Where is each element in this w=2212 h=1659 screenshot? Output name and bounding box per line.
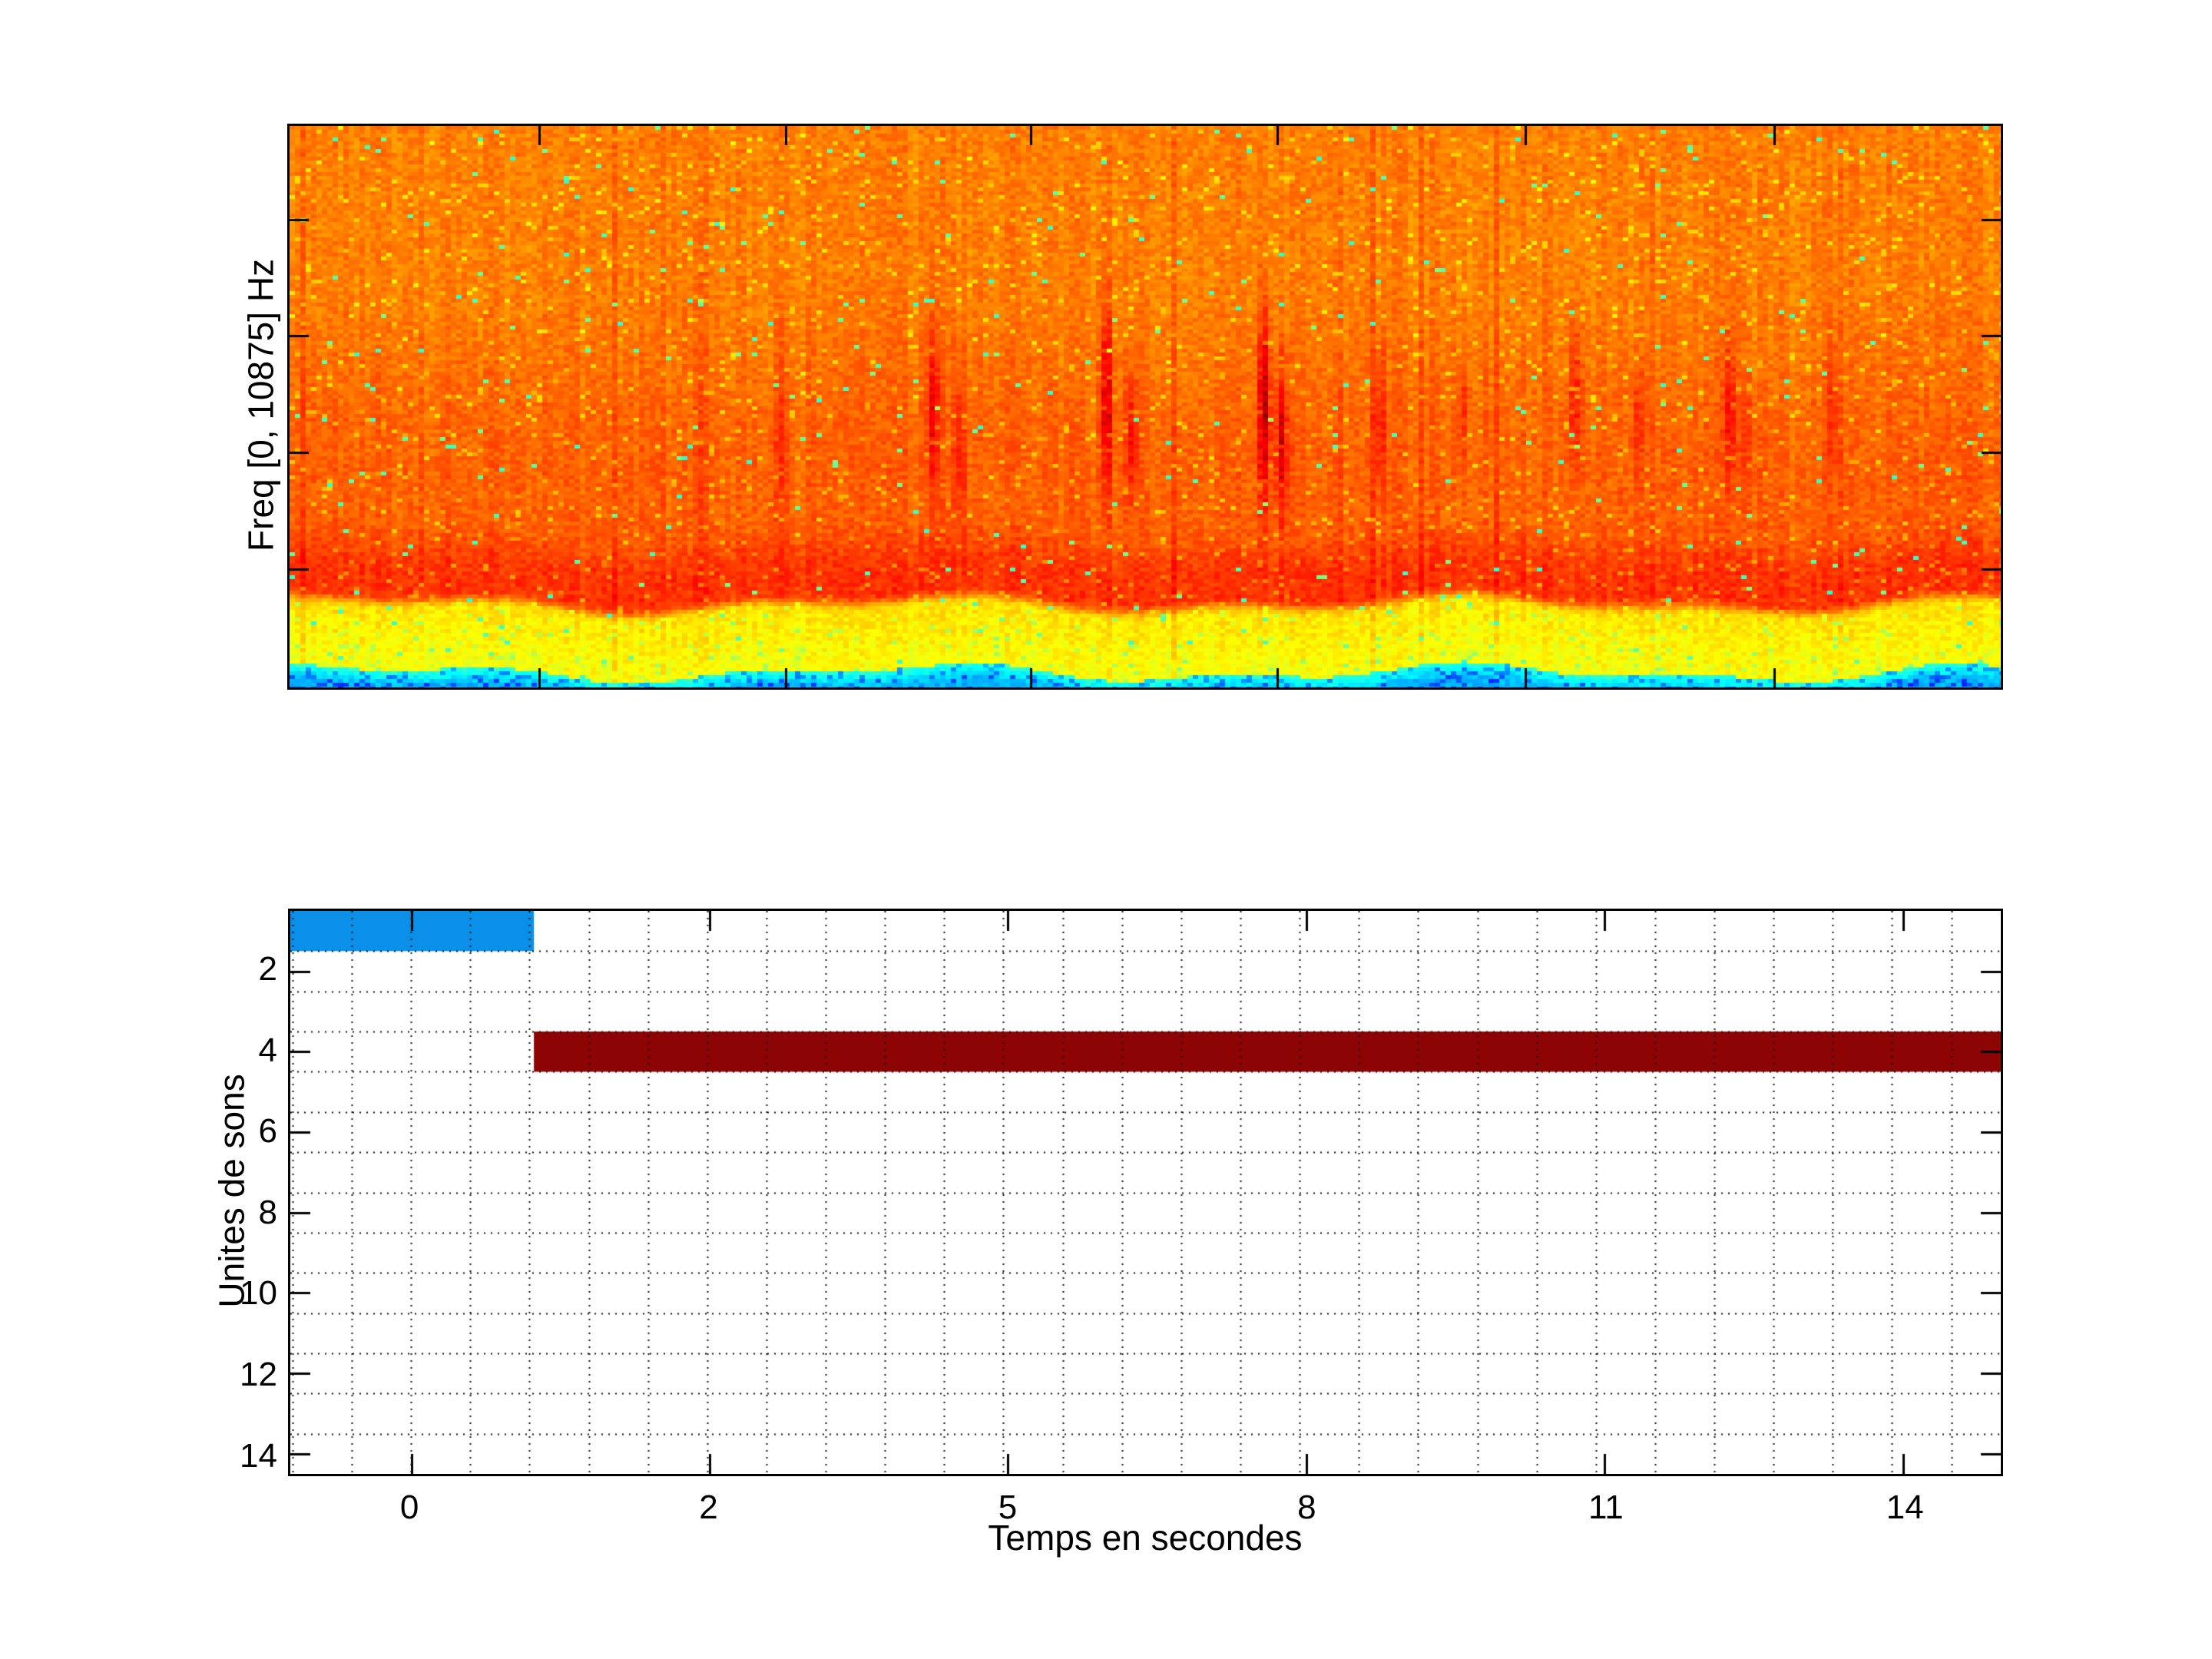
figure-canvas: { "figure": { "width": 2880, "height": 2… [0, 0, 2212, 1659]
gantt-xlabel: Temps en secondes [988, 1518, 1303, 1558]
x-tick-label: 5 [998, 1488, 1018, 1526]
y-tick-label: 12 [240, 1356, 277, 1394]
y-tick-label: 2 [258, 950, 277, 988]
x-tick-label: 0 [399, 1488, 419, 1526]
y-tick-label: 6 [258, 1112, 277, 1151]
gantt-plot [290, 911, 2001, 1474]
gantt-axes [288, 909, 2003, 1476]
x-tick-label: 8 [1297, 1488, 1316, 1526]
spectrogram-axes [287, 124, 2003, 690]
y-tick-label: 8 [258, 1193, 277, 1231]
y-tick-label: 14 [240, 1436, 277, 1475]
x-tick-label: 14 [1886, 1488, 1924, 1526]
x-tick-label: 11 [1588, 1488, 1624, 1526]
spectrogram-image [290, 126, 2001, 687]
gantt-ylabel: Unites de sons [211, 1074, 252, 1308]
y-tick-label: 10 [240, 1274, 277, 1313]
x-tick-label: 2 [699, 1488, 718, 1526]
y-tick-label: 4 [258, 1031, 277, 1069]
